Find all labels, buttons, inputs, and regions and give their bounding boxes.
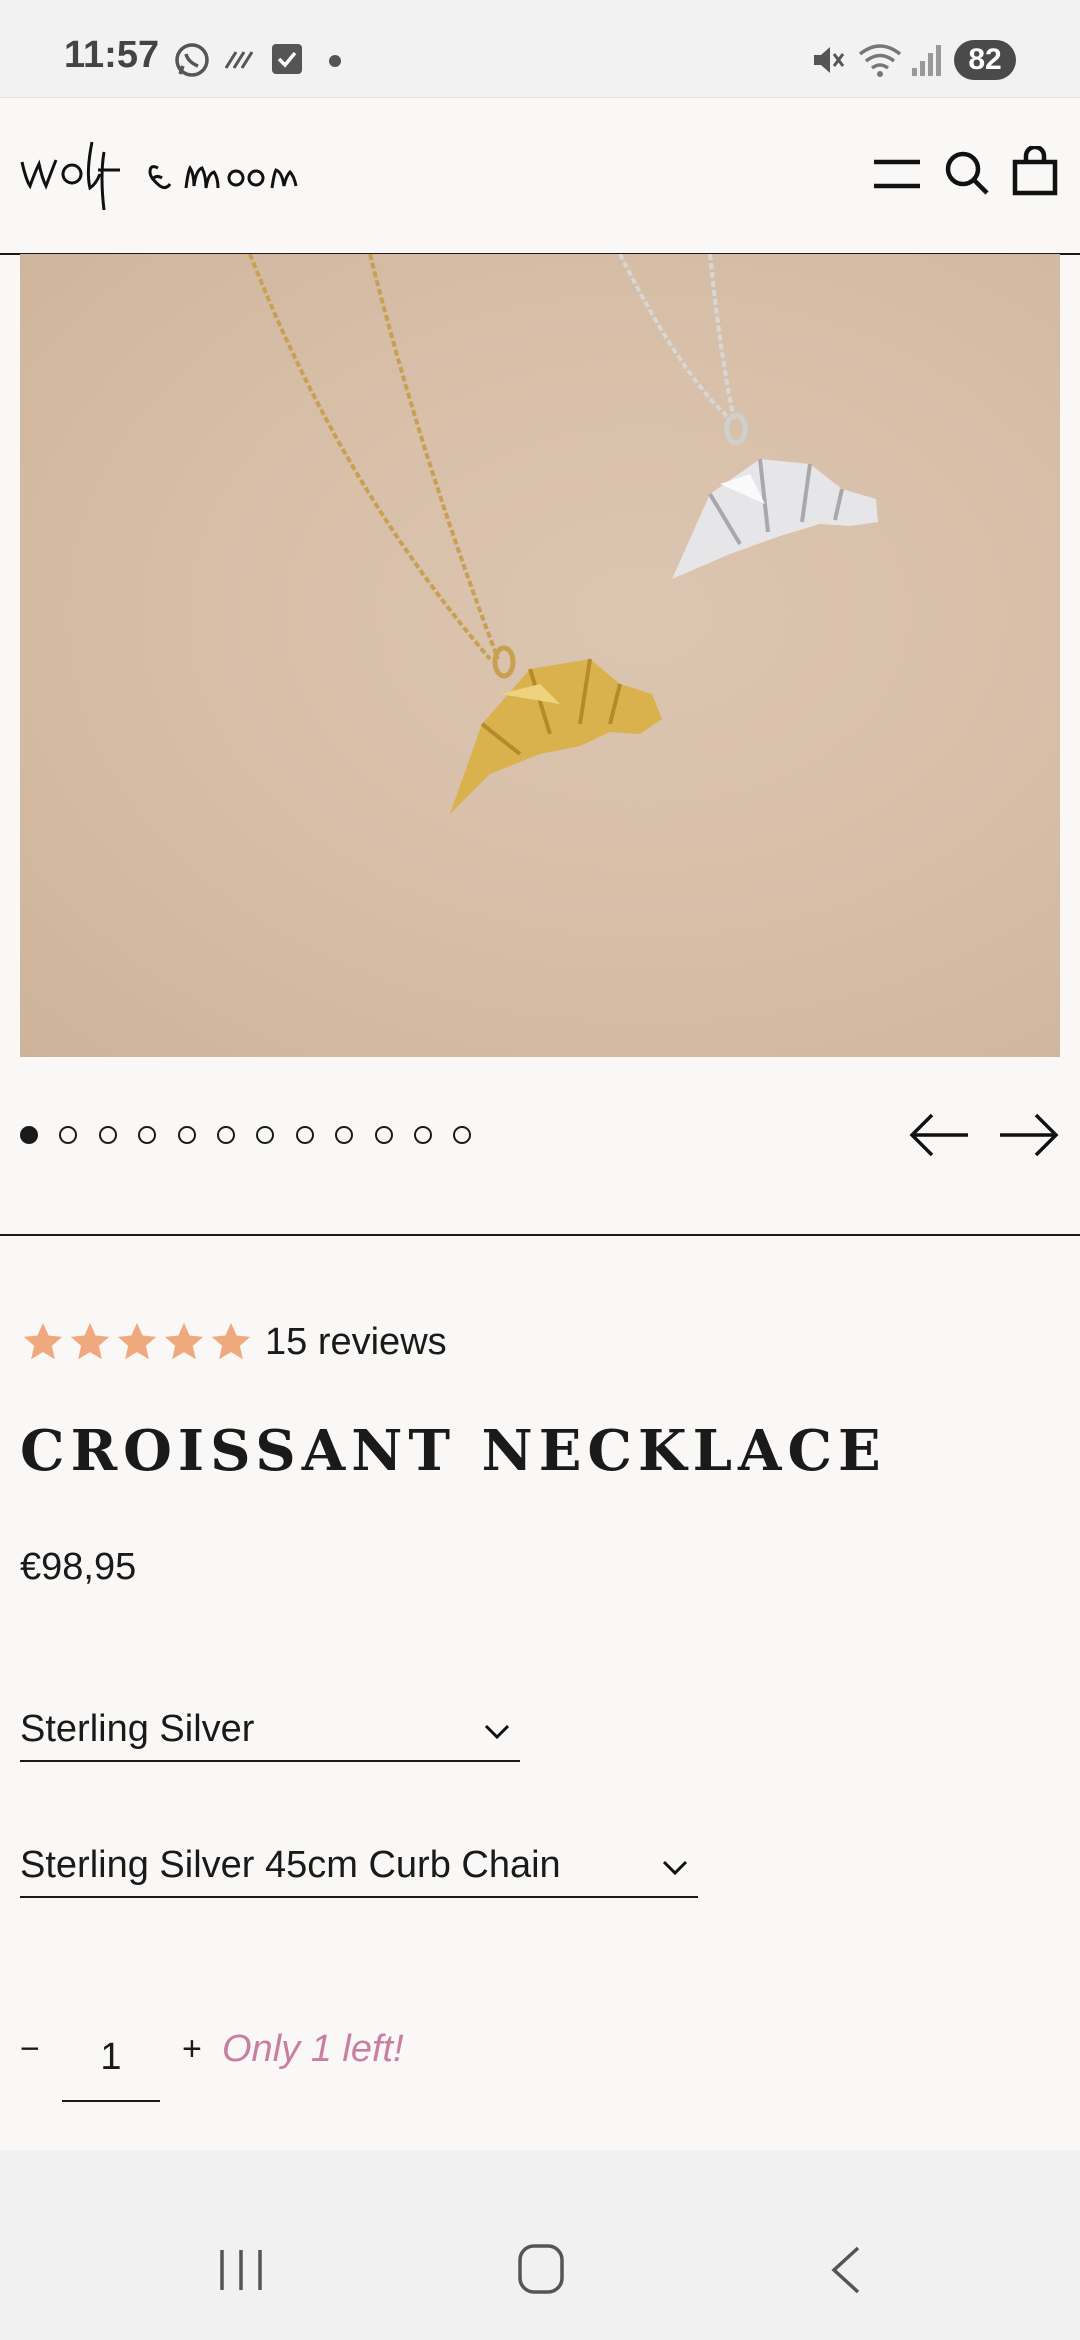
star-icon: [117, 1322, 157, 1360]
stock-note: Only 1 left!: [222, 2028, 404, 2070]
section-divider: [0, 1234, 1080, 1236]
carousel-dot[interactable]: [138, 1126, 157, 1144]
quantity-decrease-button[interactable]: −: [20, 2030, 40, 2069]
wifi-icon: [858, 44, 902, 77]
carousel-dot[interactable]: [20, 1126, 38, 1144]
star-icon: [211, 1322, 251, 1360]
carousel-dot[interactable]: [217, 1126, 235, 1144]
whatsapp-icon: [175, 43, 209, 77]
carousel-dot[interactable]: [256, 1126, 275, 1144]
product-price: €98,95: [20, 1546, 137, 1588]
material-select-value: Sterling Silver: [20, 1708, 255, 1750]
star-icon: [23, 1322, 63, 1360]
signal-lines-icon: [224, 51, 254, 69]
battery-indicator: 82: [954, 40, 1016, 80]
carousel-dot[interactable]: [59, 1126, 78, 1144]
carousel-dot[interactable]: [335, 1126, 354, 1144]
dot-icon: [329, 55, 341, 67]
status-bar: 11:57 82: [0, 0, 1080, 97]
carousel-dot[interactable]: [453, 1126, 472, 1144]
product-title: CROISSANT NECKLACE: [20, 1418, 887, 1484]
site-header: [0, 97, 1080, 255]
carousel-dot[interactable]: [374, 1126, 393, 1144]
back-icon[interactable]: [826, 2244, 866, 2296]
rating-row[interactable]: 15 reviews: [20, 1314, 447, 1370]
material-select[interactable]: Sterling Silver: [20, 1704, 520, 1762]
carousel-dot[interactable]: [295, 1126, 314, 1144]
system-nav-bar: [0, 2150, 1080, 2340]
chain-select-value: Sterling Silver 45cm Curb Chain: [20, 1844, 561, 1886]
star-icon: [164, 1322, 204, 1360]
mute-icon: [814, 47, 845, 73]
brand-logo[interactable]: [18, 134, 308, 214]
chevron-down-icon: [484, 1724, 510, 1740]
croissant-necklace-photo: [248, 254, 878, 814]
reviews-link[interactable]: 15 reviews: [265, 1321, 447, 1364]
bag-icon[interactable]: [1012, 146, 1058, 196]
status-time: 11:57: [64, 34, 160, 76]
star-icon: [70, 1322, 110, 1360]
product-image[interactable]: [20, 254, 1060, 1057]
arrow-right-icon[interactable]: [998, 1112, 1060, 1158]
cell-signal-icon: [912, 45, 941, 76]
quantity-input[interactable]: 1: [62, 2022, 160, 2102]
chevron-down-icon: [662, 1860, 688, 1876]
recent-apps-icon[interactable]: [216, 2246, 266, 2294]
quantity-increase-button[interactable]: +: [182, 2030, 202, 2069]
carousel-dot[interactable]: [98, 1126, 117, 1144]
menu-icon[interactable]: [872, 154, 922, 194]
checkbox-icon: [272, 44, 302, 74]
carousel-dot[interactable]: [414, 1126, 432, 1144]
arrow-left-icon[interactable]: [908, 1112, 970, 1158]
home-icon[interactable]: [516, 2242, 566, 2296]
chain-select[interactable]: Sterling Silver 45cm Curb Chain: [20, 1840, 698, 1898]
carousel-dot[interactable]: [177, 1126, 196, 1144]
search-icon[interactable]: [944, 150, 990, 196]
